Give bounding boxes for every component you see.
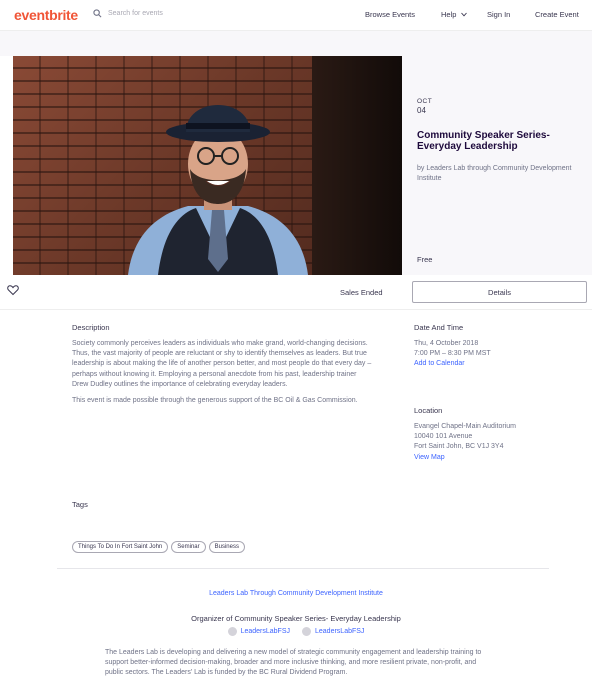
sign-in-link[interactable]: Sign In <box>487 10 510 19</box>
event-organizer-byline[interactable]: by Leaders Lab through Community Develop… <box>417 164 582 184</box>
organizer-social-links: LeadersLabFSJ LeadersLabFSJ <box>0 627 592 636</box>
organizer-of-text: Organizer of Community Speaker Series- E… <box>191 614 401 623</box>
event-day: 04 <box>417 106 426 115</box>
event-image <box>13 56 402 275</box>
tag-chip[interactable]: Business <box>208 541 245 553</box>
add-to-calendar-link[interactable]: Add to Calendar <box>414 359 491 369</box>
top-navigation-bar: eventbrite Search for events Browse Even… <box>0 0 592 31</box>
dark-window <box>312 56 402 275</box>
event-hero: OCT 04 Community Speaker Series- Everyda… <box>13 56 592 275</box>
twitter-icon <box>302 627 311 636</box>
description-heading: Description <box>72 323 110 332</box>
chevron-down-icon <box>460 12 467 17</box>
heart-icon[interactable] <box>7 284 19 296</box>
event-title: Community Speaker Series- Everyday Leade… <box>417 130 550 152</box>
details-button[interactable]: Details <box>412 281 587 303</box>
organizer-name-link[interactable]: Leaders Lab Through Community Developmen… <box>0 590 592 597</box>
event-date: Thu, 4 October 2018 <box>414 340 479 347</box>
facebook-icon <box>227 627 237 636</box>
event-summary-panel: OCT 04 Community Speaker Series- Everyda… <box>402 56 592 275</box>
location-block: Evangel Chapel-Main Auditorium 10040 101… <box>414 422 516 463</box>
help-menu[interactable]: Help <box>441 10 467 19</box>
search-icon <box>93 9 102 18</box>
twitter-link[interactable]: LeadersLabFSJ <box>302 627 364 636</box>
description-paragraph: This event is made possible through the … <box>72 397 358 405</box>
venue-city: Fort Saint John, BC V1J 3Y4 <box>414 443 504 451</box>
organizer-description: The Leaders Lab is developing and delive… <box>105 649 482 677</box>
location-heading: Location <box>414 406 443 415</box>
speaker-photo <box>128 105 308 275</box>
create-event-link[interactable]: Create Event <box>535 10 579 19</box>
search-placeholder[interactable]: Search for events <box>108 10 163 17</box>
view-map-link[interactable]: View Map <box>414 453 516 463</box>
eventbrite-logo[interactable]: eventbrite <box>14 7 78 23</box>
sales-status: Sales Ended <box>340 288 383 297</box>
organizer-divider <box>57 568 549 569</box>
hero-background-band <box>0 31 592 56</box>
date-time-heading: Date And Time <box>414 323 464 332</box>
description-body: Society commonly perceives leaders as in… <box>72 339 372 412</box>
tag-chip[interactable]: Seminar <box>171 541 206 553</box>
venue-street: 10040 101 Avenue <box>414 433 473 441</box>
tag-list: Things To Do In Fort Saint John Seminar … <box>72 541 245 553</box>
event-time: 7:00 PM – 8:30 PM MST <box>414 350 491 358</box>
date-time-block: Thu, 4 October 2018 7:00 PM – 8:30 PM MS… <box>414 339 491 370</box>
event-price: Free <box>417 255 433 264</box>
facebook-handle: LeadersLabFSJ <box>240 628 290 635</box>
venue-name: Evangel Chapel-Main Auditorium <box>414 423 516 430</box>
tag-chip[interactable]: Things To Do In Fort Saint John <box>72 541 169 553</box>
tags-heading: Tags <box>72 500 88 509</box>
section-divider <box>0 309 592 310</box>
twitter-handle: LeadersLabFSJ <box>315 628 365 635</box>
search-field[interactable]: Search for events <box>93 9 163 18</box>
facebook-link[interactable]: LeadersLabFSJ <box>227 627 290 636</box>
description-paragraph: Society commonly perceives leaders as in… <box>72 340 372 388</box>
help-label: Help <box>441 10 457 19</box>
browse-events-link[interactable]: Browse Events <box>365 10 415 19</box>
event-month: OCT <box>417 98 433 105</box>
